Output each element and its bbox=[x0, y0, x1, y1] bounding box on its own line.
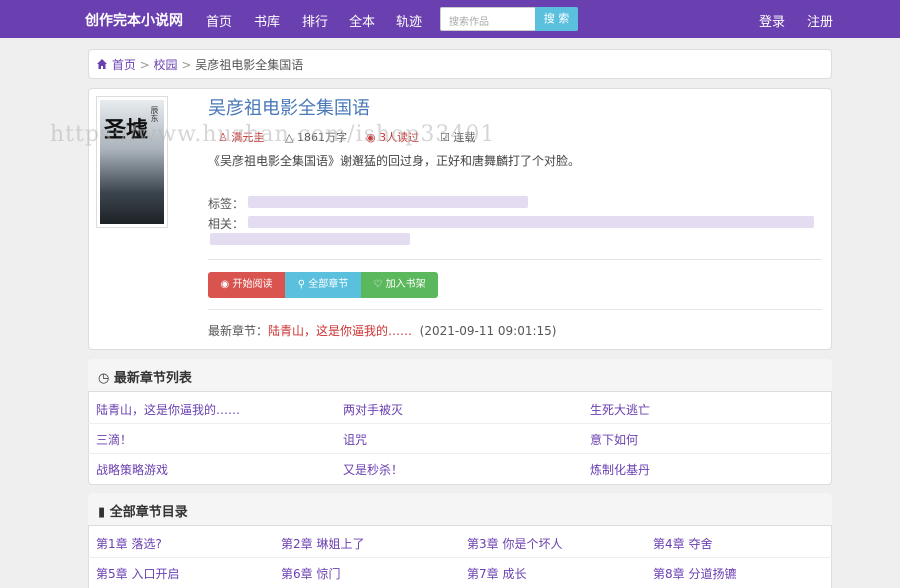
site-brand[interactable]: 创作完本小说网 bbox=[85, 10, 183, 30]
nav-home[interactable]: 首页 bbox=[206, 11, 232, 30]
chapter-link[interactable]: 第7章 成长 bbox=[467, 565, 526, 582]
cover-author-tag: 辰东 bbox=[150, 106, 159, 122]
all-chapters-button[interactable]: ⚲ 全部章节 bbox=[285, 272, 361, 298]
status-icon: ☑ bbox=[440, 131, 450, 144]
register-link[interactable]: 注册 bbox=[807, 11, 833, 30]
breadcrumb-separator: > bbox=[181, 58, 196, 72]
book-title: 吴彦祖电影全集国语 bbox=[208, 98, 370, 119]
latest-time: (2021-09-11 09:01:15) bbox=[419, 324, 557, 338]
nav-complete[interactable]: 全本 bbox=[349, 11, 375, 30]
add-bookshelf-button[interactable]: ♡ 加入书架 bbox=[361, 272, 438, 298]
row-divider bbox=[88, 557, 832, 558]
chapter-link[interactable]: 第6章 惊门 bbox=[281, 565, 340, 582]
chapter-link[interactable]: 第8章 分道扬镳 bbox=[653, 565, 736, 582]
divider bbox=[208, 309, 822, 310]
chapter-link[interactable]: 两对手被灭 bbox=[343, 401, 403, 418]
login-link[interactable]: 登录 bbox=[759, 11, 785, 30]
chapter-link[interactable]: 三滴！ bbox=[96, 431, 132, 448]
nav-library[interactable]: 书库 bbox=[254, 11, 280, 30]
related-blurred-2 bbox=[210, 233, 410, 245]
chapter-link[interactable]: 第5章 入口开启 bbox=[96, 565, 179, 582]
related-label: 相关： bbox=[208, 217, 245, 231]
chapter-link[interactable]: 意下如何 bbox=[590, 431, 638, 448]
chapter-link[interactable]: 第4章 夺舍 bbox=[653, 535, 712, 552]
book-icon: ▮ bbox=[98, 505, 106, 520]
eye-icon: ◉ bbox=[220, 279, 230, 290]
book-cover[interactable]: 圣墟 辰东 bbox=[96, 96, 168, 228]
catalog-heading: ▮ 全部章节目录 bbox=[88, 493, 832, 526]
chapter-link[interactable]: 又是秒杀！ bbox=[343, 461, 403, 478]
chapter-link[interactable]: 第3章 你是个坏人 bbox=[467, 535, 562, 552]
row-divider bbox=[88, 423, 832, 424]
book-author[interactable]: ♙ 满元圭 bbox=[218, 129, 264, 145]
search-button[interactable]: 搜 索 bbox=[535, 7, 578, 31]
nav-ranking[interactable]: 排行 bbox=[302, 11, 328, 30]
book-word-count: △ 1861万字 bbox=[285, 131, 347, 144]
breadcrumb-current: 吴彦祖电影全集国语 bbox=[195, 58, 304, 72]
book-readers: ◉ 3人读过 bbox=[366, 131, 420, 144]
breadcrumb-home[interactable]: 首页 bbox=[112, 58, 136, 72]
latest-chapter-link[interactable]: 陆青山，这是你逼我的…… bbox=[268, 324, 412, 338]
search-icon: ⚲ bbox=[297, 279, 306, 290]
chapter-link[interactable]: 陆青山，这是你逼我的…… bbox=[96, 401, 240, 418]
author-icon: ♙ bbox=[218, 131, 228, 144]
start-reading-button[interactable]: ◉ 开始阅读 bbox=[208, 272, 285, 298]
breadcrumb-separator: > bbox=[139, 58, 154, 72]
cover-image: 圣墟 辰东 bbox=[100, 100, 164, 224]
breadcrumb: 首页 > 校园 > 吴彦祖电影全集国语 bbox=[96, 56, 303, 73]
latest-list-heading: ◷ 最新章节列表 bbox=[88, 359, 832, 392]
latest-label: 最新章节： bbox=[208, 324, 269, 338]
tags-blurred bbox=[248, 196, 528, 208]
eye-icon: ◉ bbox=[366, 131, 376, 144]
search-input[interactable]: 搜索作品 bbox=[440, 7, 535, 31]
chapter-link[interactable]: 战略策略游戏 bbox=[96, 461, 168, 478]
breadcrumb-category[interactable]: 校园 bbox=[154, 58, 178, 72]
nav-history[interactable]: 轨迹 bbox=[396, 11, 422, 30]
row-divider bbox=[88, 453, 832, 454]
cover-title: 圣墟 bbox=[104, 117, 149, 143]
top-navbar: 创作完本小说网 首页 书库 排行 全本 轨迹 搜索作品 搜 索 登录 注册 bbox=[0, 0, 900, 38]
book-status: ☑ 连载 bbox=[440, 131, 476, 144]
chapter-link[interactable]: 生死大逃亡 bbox=[590, 401, 650, 418]
book-intro: 《吴彦祖电影全集国语》谢邂猛的回过身，正好和唐舞麟打了个对脸。 bbox=[208, 154, 581, 168]
related-blurred bbox=[248, 216, 814, 228]
chapter-link[interactable]: 炼制化基丹 bbox=[590, 461, 650, 478]
clock-icon: ◷ bbox=[98, 371, 110, 386]
latest-chapter-row: 最新章节：陆青山，这是你逼我的…… (2021-09-11 09:01:15) bbox=[208, 322, 556, 339]
word-count-icon: △ bbox=[285, 131, 294, 144]
divider bbox=[208, 259, 822, 260]
chapter-link[interactable]: 诅咒 bbox=[343, 431, 367, 448]
chapter-link[interactable]: 第2章 琳姐上了 bbox=[281, 535, 364, 552]
home-icon bbox=[97, 59, 107, 69]
chapter-link[interactable]: 第1章 落选? bbox=[96, 535, 162, 552]
tags-label: 标签： bbox=[208, 197, 245, 211]
heart-icon: ♡ bbox=[373, 279, 383, 290]
